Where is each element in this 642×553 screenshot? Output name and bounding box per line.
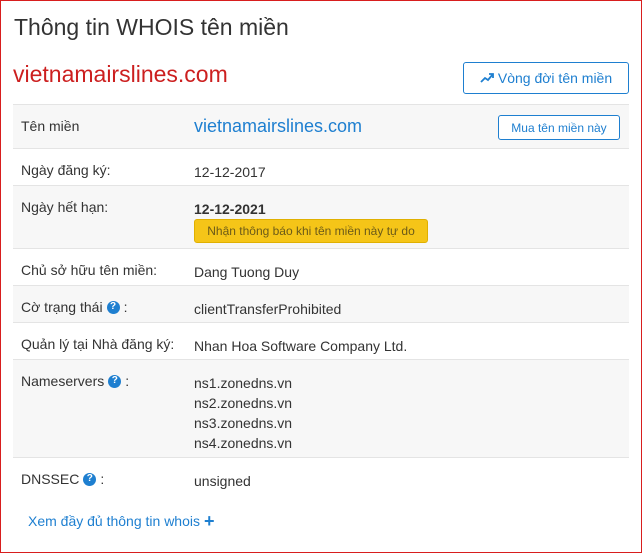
row-expires: Ngày hết hạn: 12-12-2021 Nhận thông báo …: [13, 186, 629, 249]
label-status: Cờ trạng thái ? :: [21, 299, 127, 315]
notify-when-free-button[interactable]: Nhận thông báo khi tên miền này tự do: [194, 219, 428, 243]
label-nameservers-suffix: :: [125, 373, 130, 389]
row-domain: Tên miền vietnamairslines.com Mua tên mi…: [13, 105, 629, 149]
label-nameservers: Nameservers ? :: [21, 373, 129, 389]
value-owner: Dang Tuong Duy: [194, 264, 300, 280]
nameserver-list: ns1.zonedns.vn ns2.zonedns.vn ns3.zonedn…: [194, 373, 292, 453]
label-dnssec-text: DNSSEC: [21, 471, 80, 487]
value-dnssec: unsigned: [194, 473, 251, 489]
label-owner: Chủ sở hữu tên miền:: [21, 262, 158, 278]
row-registrar: Quản lý tại Nhà đăng ký: Nhan Hoa Softwa…: [13, 323, 629, 360]
value-expires: 12-12-2021: [194, 201, 266, 217]
view-full-whois-link[interactable]: Xem đầy đủ thông tin whois +: [28, 511, 215, 531]
domain-link[interactable]: vietnamairslines.com: [194, 116, 362, 137]
label-status-text: Cờ trạng thái: [21, 299, 103, 315]
buy-domain-button[interactable]: Mua tên miền này: [498, 115, 620, 140]
row-owner: Chủ sở hữu tên miền: Dang Tuong Duy: [13, 249, 629, 286]
nameserver-item: ns2.zonedns.vn: [194, 395, 293, 411]
value-registered: 12-12-2017: [194, 164, 266, 180]
domain-lifecycle-label: Vòng đời tên miền: [497, 70, 613, 86]
row-nameservers: Nameservers ? : ns1.zonedns.vn ns2.zoned…: [13, 360, 629, 458]
whois-table: Tên miền vietnamairslines.com Mua tên mi…: [13, 104, 629, 495]
domain-lifecycle-button[interactable]: Vòng đời tên miền: [463, 62, 629, 94]
plus-icon: +: [204, 511, 215, 531]
domain-heading: vietnamairslines.com: [13, 61, 228, 87]
help-icon[interactable]: ?: [83, 472, 97, 486]
help-icon[interactable]: ?: [108, 374, 122, 388]
row-dnssec: DNSSEC ? : unsigned: [13, 458, 629, 495]
label-expires: Ngày hết hạn:: [21, 199, 109, 215]
label-registered: Ngày đăng ký:: [21, 162, 111, 178]
nameserver-item: ns3.zonedns.vn: [194, 415, 293, 431]
value-status: clientTransferProhibited: [194, 301, 342, 317]
nameserver-item: ns4.zonedns.vn: [194, 435, 293, 451]
label-dnssec-suffix: :: [100, 471, 105, 487]
label-domain: Tên miền: [21, 118, 80, 134]
label-nameservers-text: Nameservers: [21, 373, 105, 389]
page-title: Thông tin WHOIS tên miền: [14, 14, 289, 40]
nameserver-item: ns1.zonedns.vn: [194, 375, 293, 391]
trending-up-icon: [480, 73, 494, 83]
view-full-whois-label: Xem đầy đủ thông tin whois: [28, 513, 200, 529]
row-status: Cờ trạng thái ? : clientTransferProhibit…: [13, 286, 629, 323]
label-registrar: Quản lý tại Nhà đăng ký:: [21, 336, 175, 352]
row-registered: Ngày đăng ký: 12-12-2017: [13, 149, 629, 186]
value-registrar: Nhan Hoa Software Company Ltd.: [194, 338, 408, 354]
label-status-suffix: :: [123, 299, 128, 315]
whois-panel: Thông tin WHOIS tên miền vietnamairsline…: [0, 0, 642, 553]
label-dnssec: DNSSEC ? :: [21, 471, 104, 487]
help-icon[interactable]: ?: [106, 300, 120, 314]
